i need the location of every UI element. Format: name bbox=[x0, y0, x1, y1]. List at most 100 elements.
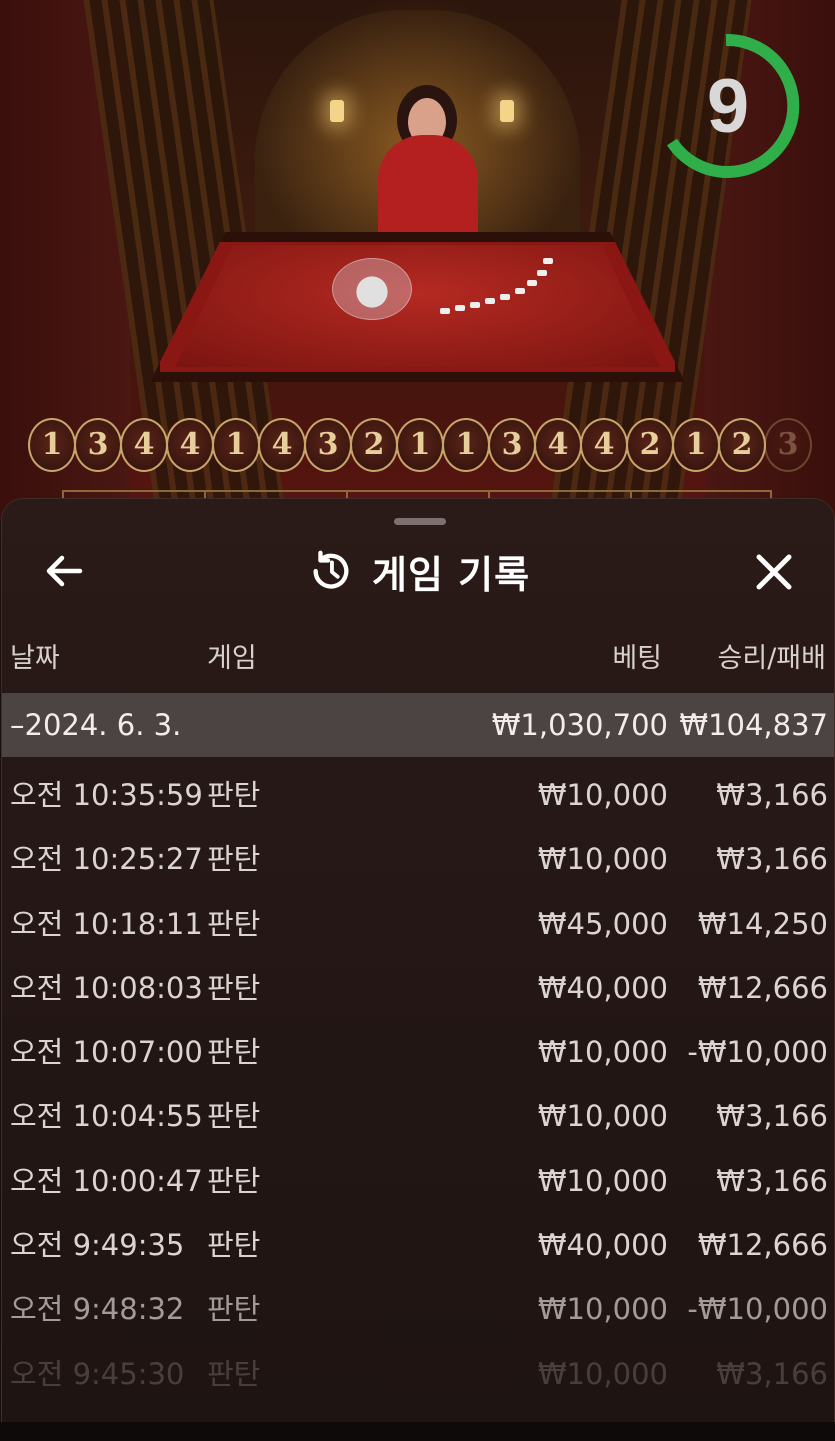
game-name: 판탄 bbox=[207, 906, 261, 941]
bead bbox=[543, 258, 553, 264]
bead bbox=[537, 270, 547, 276]
win-loss-amount: -₩10,000 bbox=[687, 1292, 828, 1327]
candle bbox=[330, 100, 344, 122]
round-time: 오전 10:00:47 bbox=[10, 1163, 203, 1198]
bet-amount: ₩10,000 bbox=[537, 1292, 668, 1327]
round-time: 오전 10:07:00 bbox=[10, 1035, 203, 1070]
history-icon bbox=[313, 550, 349, 589]
bet-amount: ₩10,000 bbox=[537, 778, 668, 812]
win-loss-amount: ₩14,250 bbox=[697, 906, 828, 941]
roadmap-result-chip: 1 bbox=[442, 418, 490, 472]
round-time: 오전 9:45:30 bbox=[10, 1356, 185, 1391]
bottom-edge bbox=[0, 1422, 835, 1441]
roadmap-result-chip: 1 bbox=[396, 418, 444, 472]
bet-amount: ₩10,000 bbox=[537, 1035, 668, 1070]
history-row[interactable]: 오전 10:07:00 판탄 ₩10,000 -₩10,000 bbox=[2, 1020, 834, 1084]
bead-bowl bbox=[332, 258, 412, 320]
roadmap-result-chip: 3 bbox=[764, 418, 812, 472]
game-history-panel: 게임 기록 날짜 게임 베팅 승리/패배 –2024. 6. 3. ₩1,030… bbox=[1, 498, 835, 1441]
roadmap-result-chip: 2 bbox=[718, 418, 766, 472]
column-header-date: 날짜 bbox=[10, 643, 60, 674]
round-time: 오전 10:25:27 bbox=[10, 842, 203, 877]
game-name: 판탄 bbox=[207, 778, 261, 812]
history-row[interactable]: 오전 9:45:30 판탄 ₩10,000 ₩3,166 bbox=[2, 1342, 834, 1406]
game-name: 판탄 bbox=[207, 970, 261, 1005]
bet-amount: ₩10,000 bbox=[537, 1163, 668, 1198]
win-loss-amount: ₩3,166 bbox=[716, 778, 828, 812]
table-felt bbox=[175, 245, 660, 367]
column-header-bet: 베팅 bbox=[612, 643, 662, 674]
bead bbox=[440, 308, 450, 314]
column-header-game: 게임 bbox=[207, 643, 257, 674]
bead bbox=[527, 280, 537, 286]
result-roadmap: 13441432113442123 bbox=[28, 418, 835, 472]
bead bbox=[485, 298, 495, 304]
roadmap-result-chip: 1 bbox=[212, 418, 260, 472]
win-loss-amount: ₩3,166 bbox=[716, 1163, 828, 1198]
roadmap-result-chip: 2 bbox=[350, 418, 398, 472]
game-name: 판탄 bbox=[207, 1035, 261, 1070]
history-row[interactable]: 오전 10:04:55 판탄 ₩10,000 ₩3,166 bbox=[2, 1084, 834, 1148]
win-loss-amount: -₩10,000 bbox=[687, 1035, 828, 1070]
history-row[interactable]: 오전 10:08:03 판탄 ₩40,000 ₩12,666 bbox=[2, 956, 834, 1020]
history-row[interactable]: 오전 10:35:59 판탄 ₩10,000 ₩3,166 bbox=[2, 763, 834, 827]
date-group-label: –2024. 6. 3. bbox=[10, 708, 182, 742]
history-list: 오전 10:35:59 판탄 ₩10,000 ₩3,166 오전 10:25:27 판탄 ₩… bbox=[2, 763, 834, 1406]
back-button[interactable] bbox=[40, 547, 88, 595]
date-group-win-total: ₩104,837 bbox=[679, 708, 828, 742]
win-loss-amount: ₩3,166 bbox=[716, 842, 828, 877]
bead bbox=[470, 302, 480, 308]
date-group-bet-total: ₩1,030,700 bbox=[491, 708, 668, 742]
win-loss-amount: ₩3,166 bbox=[716, 1356, 828, 1391]
round-time: 오전 10:35:59 bbox=[10, 778, 203, 812]
arrow-left-icon bbox=[46, 555, 83, 587]
bet-amount: ₩40,000 bbox=[537, 1228, 668, 1263]
roadmap-result-chip: 4 bbox=[580, 418, 628, 472]
game-name: 판탄 bbox=[207, 1292, 261, 1327]
bet-amount: ₩10,000 bbox=[537, 842, 668, 877]
roadmap-result-chip: 3 bbox=[74, 418, 122, 472]
round-time: 오전 10:04:55 bbox=[10, 1099, 203, 1134]
column-header-winloss: 승리/패배 bbox=[717, 643, 826, 674]
countdown-timer: 9 bbox=[664, 32, 804, 182]
round-time: 오전 10:08:03 bbox=[10, 970, 203, 1005]
game-name: 판탄 bbox=[207, 1356, 261, 1391]
close-button[interactable] bbox=[747, 545, 801, 599]
history-row[interactable]: 오전 9:48:32 판탄 ₩10,000 -₩10,000 bbox=[2, 1277, 834, 1341]
round-time: 오전 10:18:11 bbox=[10, 906, 203, 941]
history-row[interactable]: 오전 9:49:35 판탄 ₩40,000 ₩12,666 bbox=[2, 1213, 834, 1277]
history-row[interactable]: 오전 10:00:47 판탄 ₩10,000 ₩3,166 bbox=[2, 1149, 834, 1213]
game-name: 판탄 bbox=[207, 1228, 261, 1263]
close-icon bbox=[756, 554, 792, 590]
bet-amount: ₩10,000 bbox=[537, 1099, 668, 1134]
panel-header: 게임 기록 bbox=[308, 543, 530, 599]
bead bbox=[455, 305, 465, 311]
history-row[interactable]: 오전 10:18:11 판탄 ₩45,000 ₩14,250 bbox=[2, 892, 834, 956]
date-group-row[interactable]: –2024. 6. 3. ₩1,030,700 ₩104,837 bbox=[2, 693, 834, 757]
history-row[interactable]: 오전 10:25:27 판탄 ₩10,000 ₩3,166 bbox=[2, 827, 834, 891]
round-time: 오전 9:49:35 bbox=[10, 1228, 185, 1263]
roadmap-result-chip: 3 bbox=[304, 418, 352, 472]
roadmap-result-chip: 4 bbox=[534, 418, 582, 472]
bead bbox=[515, 288, 525, 294]
bet-amount: ₩10,000 bbox=[537, 1356, 668, 1391]
game-name: 판탄 bbox=[207, 1163, 261, 1198]
win-loss-amount: ₩12,666 bbox=[697, 970, 828, 1005]
drag-handle[interactable] bbox=[394, 518, 446, 525]
roadmap-result-chip: 2 bbox=[626, 418, 674, 472]
dealer bbox=[378, 135, 478, 245]
roadmap-result-chip: 4 bbox=[166, 418, 214, 472]
roadmap-result-chip: 4 bbox=[120, 418, 168, 472]
win-loss-amount: ₩12,666 bbox=[697, 1228, 828, 1263]
game-name: 판탄 bbox=[207, 842, 261, 877]
win-loss-amount: ₩3,166 bbox=[716, 1099, 828, 1134]
timer-value: 9 bbox=[706, 64, 750, 149]
bet-amount: ₩45,000 bbox=[537, 906, 668, 941]
roadmap-result-chip: 1 bbox=[28, 418, 76, 472]
bet-amount: ₩40,000 bbox=[537, 970, 668, 1005]
game-name: 판탄 bbox=[207, 1099, 261, 1134]
bead bbox=[500, 294, 510, 300]
roadmap-result-chip: 1 bbox=[672, 418, 720, 472]
panel-title: 게임 기록 bbox=[372, 552, 531, 597]
roadmap-result-chip: 3 bbox=[488, 418, 536, 472]
